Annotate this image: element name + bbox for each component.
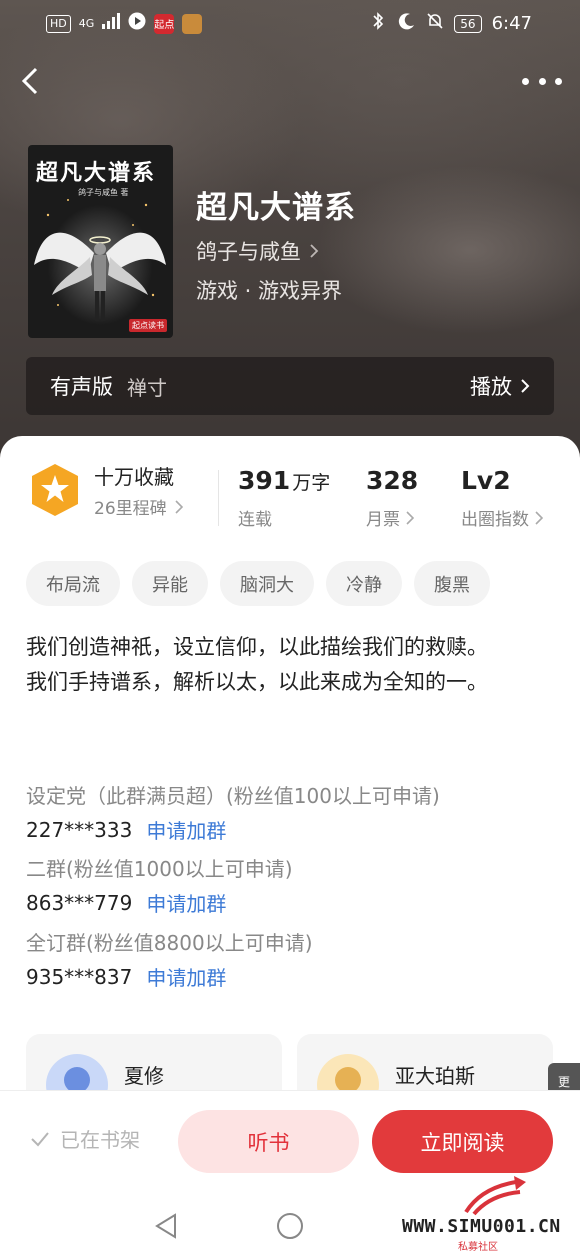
word-count-stat: 391 万字 连载 xyxy=(238,466,330,530)
description-paragraph: 我们手持谱系，解析以太，以此来成为全知的一。 xyxy=(26,670,488,694)
listen-button[interactable]: 听书 xyxy=(178,1110,359,1173)
watermark-caption: 私募社区 xyxy=(458,1242,498,1253)
chevron-right-icon xyxy=(175,499,183,514)
clock: 6:47 xyxy=(491,13,532,34)
collection-honor-title: 十万收藏 xyxy=(94,465,174,489)
back-button[interactable] xyxy=(16,64,44,98)
audiobook-bar[interactable]: 有声版 禅寸 播放 xyxy=(26,357,554,415)
word-count-unit: 万字 xyxy=(292,472,331,494)
book-description[interactable]: 我们创造神祇，设立信仰，以此描绘我们的救赎。 我们手持谱系，解析以太，以此来成为… xyxy=(26,630,526,700)
divider xyxy=(218,470,219,526)
network-indicator: 4G xyxy=(78,17,95,30)
cover-publisher-logo: 起点读书 xyxy=(129,319,167,332)
join-group-link[interactable]: 申请加群 xyxy=(146,888,226,917)
status-bar: HD 4G 起点 56 6:47 xyxy=(0,0,580,46)
medal-star-icon xyxy=(32,464,78,516)
join-group-link[interactable]: 申请加群 xyxy=(146,962,226,991)
nav-back-triangle-icon[interactable] xyxy=(153,1212,179,1240)
group-name: 全订群(粉丝值8800以上可申请) xyxy=(26,931,313,955)
cover-title-art: 超凡大谱系 xyxy=(36,160,157,186)
fan-group: 二群(粉丝值1000以上可申请) 863***779 申请加群 xyxy=(26,853,293,917)
tag-chip[interactable]: 脑洞大 xyxy=(220,561,314,606)
mute-icon xyxy=(426,12,444,35)
fan-group: 全订群(粉丝值8800以上可申请) 935***837 申请加群 xyxy=(26,927,313,991)
tag-chip[interactable]: 冷静 xyxy=(326,561,402,606)
description-paragraph: 我们创造神祇，设立信仰，以此描绘我们的救赎。 xyxy=(26,635,488,659)
group-name: 二群(粉丝值1000以上可申请) xyxy=(26,857,293,881)
watermark: WWW.SIMU001.CN 私募社区 xyxy=(402,1176,578,1256)
chevron-left-icon xyxy=(21,67,38,95)
serial-status-label: 连载 xyxy=(238,510,272,530)
read-now-button[interactable]: 立即阅读 xyxy=(372,1110,553,1173)
hd-indicator: HD xyxy=(46,14,71,33)
fan-group: 设定党（此群满员超）(粉丝值100以上可申请) 227***333 申请加群 xyxy=(26,780,440,844)
milestone-label: 26里程碑 xyxy=(94,499,167,519)
monthly-ticket-value: 328 xyxy=(366,466,419,495)
on-shelf-indicator: 已在书架 xyxy=(30,1124,140,1153)
battery-level: 56 xyxy=(454,14,482,33)
tag-chip[interactable]: 异能 xyxy=(132,561,208,606)
chevron-right-icon xyxy=(406,510,414,525)
tag-list: 布局流 异能 脑洞大 冷静 腹黑 xyxy=(26,561,490,606)
popularity-index-stat[interactable]: Lv2 出圈指数 xyxy=(461,466,543,530)
popularity-index-label: 出圈指数 xyxy=(461,510,529,530)
group-number: 935***837 xyxy=(26,964,133,989)
watermark-logo-icon xyxy=(464,1176,526,1216)
on-shelf-label: 已在书架 xyxy=(60,1128,140,1152)
author-name: 鸽子与咸鱼 xyxy=(196,240,301,264)
chevron-right-icon xyxy=(310,244,319,258)
game-app-icon xyxy=(182,13,203,34)
author-link[interactable]: 鸽子与咸鱼 xyxy=(196,236,319,266)
character-name: 夏修 xyxy=(124,1064,164,1088)
popularity-index-value: Lv2 xyxy=(461,466,511,495)
more-options-button[interactable] xyxy=(522,70,562,92)
qidian-app-icon: 起点 xyxy=(154,13,175,34)
tag-chip[interactable]: 布局流 xyxy=(26,561,120,606)
group-number: 227***333 xyxy=(26,817,133,842)
join-group-link[interactable]: 申请加群 xyxy=(146,815,226,844)
book-title: 超凡大谱系 xyxy=(196,190,356,226)
book-genre: 游戏 · 游戏异界 xyxy=(196,279,343,303)
narrator-name: 禅寸 xyxy=(127,375,167,400)
play-label: 播放 xyxy=(470,375,512,399)
check-icon xyxy=(31,1131,49,1146)
book-cover[interactable]: 超凡大谱系 鸽子与咸鱼 著 起点读书 xyxy=(28,145,173,338)
watermark-url: WWW.SIMU001.CN xyxy=(402,1216,561,1237)
play-audiobook-button[interactable]: 播放 xyxy=(470,371,530,401)
milestone-link[interactable]: 26里程碑 xyxy=(94,494,183,519)
signal-icon xyxy=(102,13,121,34)
audiobook-label: 有声版 xyxy=(50,375,113,399)
more-dots-icon xyxy=(522,77,529,85)
group-number: 863***779 xyxy=(26,890,133,915)
monthly-ticket-label: 月票 xyxy=(366,510,400,530)
group-name: 设定党（此群满员超）(粉丝值100以上可申请) xyxy=(26,784,440,808)
cover-author-art: 鸽子与咸鱼 著 xyxy=(78,188,129,197)
moon-icon xyxy=(398,12,416,35)
word-count-value: 391 xyxy=(238,466,291,495)
monthly-ticket-stat[interactable]: 328 月票 xyxy=(366,466,418,530)
chevron-right-icon xyxy=(535,510,543,525)
character-name: 亚大珀斯 xyxy=(395,1064,475,1088)
tag-chip[interactable]: 腹黑 xyxy=(414,561,490,606)
chevron-right-icon xyxy=(521,379,530,393)
play-app-icon xyxy=(128,12,146,35)
bluetooth-vibrate-icon xyxy=(368,11,388,36)
nav-home-circle-icon[interactable] xyxy=(276,1212,304,1240)
